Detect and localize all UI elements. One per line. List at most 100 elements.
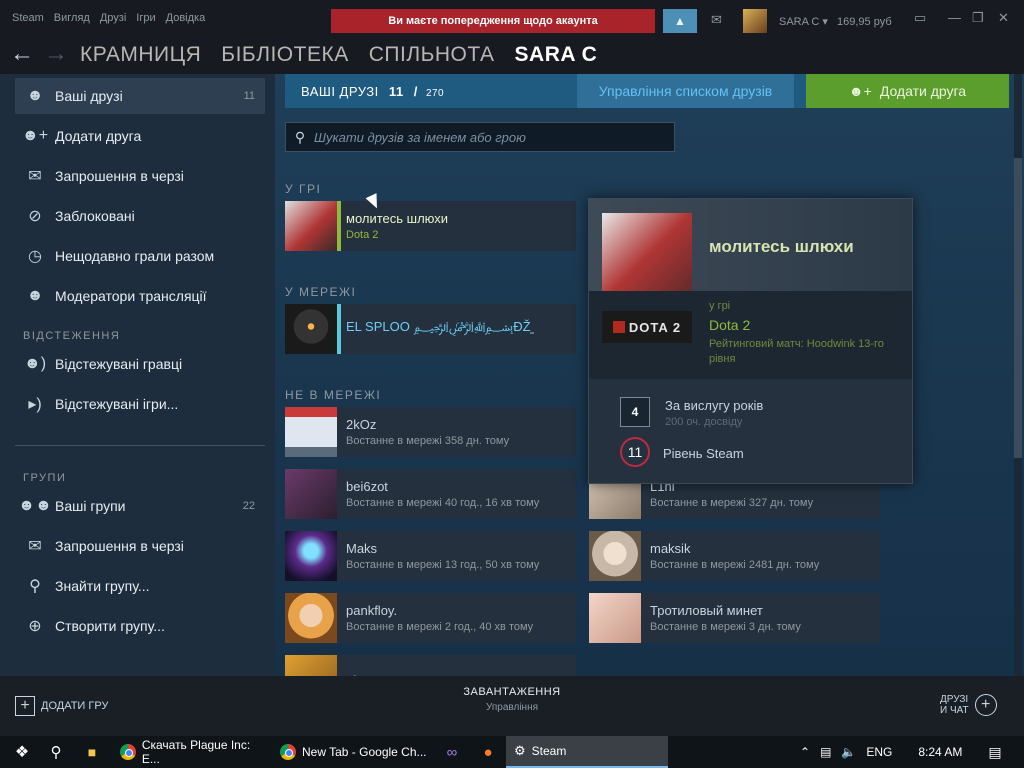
notifications-icon[interactable]: ▤ — [988, 744, 1001, 761]
friend-avatar — [285, 407, 337, 457]
back-arrow-icon[interactable]: ← — [10, 40, 34, 68]
friend-row-ingame[interactable]: молитесь шлюхи Dota 2 — [285, 201, 576, 251]
plus-circle-icon: + — [974, 694, 997, 716]
friend-row-offline[interactable]: pankfloy. Востанне в мережі 2 год., 40 х… — [285, 593, 576, 643]
friend-avatar — [285, 469, 337, 519]
account-avatar[interactable] — [743, 9, 767, 33]
big-picture-icon[interactable]: ▭ — [914, 10, 926, 26]
friend-avatar — [285, 201, 341, 251]
restore-icon[interactable]: ❐ — [972, 10, 984, 26]
groups-header: ГРУПИ — [23, 472, 67, 484]
sidebar-item-your-friends[interactable]: ☻ Ваші друзі 11 — [15, 78, 265, 114]
person-icon: ☻ — [26, 287, 44, 304]
search-icon: ⚲ — [294, 128, 306, 145]
account-menu[interactable]: SARA C ▾ 169,95 руб — [779, 15, 892, 28]
chevron-down-icon: ▾ — [822, 16, 828, 28]
sidebar-item-tracked-games[interactable]: ▸) Відстежувані ігри... — [15, 386, 265, 422]
tab-library[interactable]: БІБЛІОТЕКА — [221, 43, 348, 67]
friend-search-input[interactable] — [314, 129, 664, 145]
sidebar-item-add-friend[interactable]: ☻+ Додати друга — [15, 118, 265, 154]
clock[interactable]: 8:24 AM — [918, 745, 962, 759]
sidebar-item-create-group[interactable]: ⊕ Створити групу... — [15, 608, 265, 644]
friends-title-label: ВАШІ ДРУЗІ — [301, 84, 379, 99]
scrollbar-thumb[interactable] — [1014, 158, 1022, 458]
visual-studio-icon[interactable]: ∞ — [440, 736, 464, 768]
notifications-envelope-icon[interactable]: ✉ — [711, 12, 722, 28]
sidebar-item-group-invites[interactable]: ✉ Запрошення в черзі — [15, 528, 265, 564]
downloads-button[interactable]: ЗАВАНТАЖЕННЯ Управління — [412, 686, 612, 713]
friend-name: EL SPLOO ﷽ĐŽ ̲̲̲̲̲ — [346, 319, 535, 334]
friend-avatar — [589, 593, 641, 643]
friend-row-offline[interactable]: Тротиловый минет Востанне в мережі 3 дн.… — [589, 593, 880, 643]
steam-level-label: Рівень Steam — [663, 446, 744, 461]
add-game-button[interactable]: + ДОДАТИ ГРУ — [15, 696, 108, 716]
friends-title-max: 270 — [425, 88, 445, 99]
friend-row-offline[interactable]: bei6zot Востанне в мережі 40 год., 16 хв… — [285, 469, 576, 519]
add-friend-button[interactable]: ☻+ Додати друга — [806, 74, 1009, 108]
sidebar-item-recently-played[interactable]: ◷ Нещодавно грали разом — [15, 238, 265, 274]
friends-count: 11 — [243, 90, 255, 102]
sidebar-item-broadcast-moderators[interactable]: ☻ Модератори трансляції — [15, 278, 265, 314]
friend-search-box: ⚲ — [285, 122, 675, 152]
sidebar-divider — [15, 445, 265, 446]
friends-title-count: 11 — [388, 84, 404, 99]
menu-view[interactable]: Вигляд — [54, 12, 90, 24]
sidebar-item-pending-invites[interactable]: ✉ Запрошення в черзі — [15, 158, 265, 194]
taskbar-app-label: Скачать Plague Inc: E... — [141, 738, 251, 766]
taskbar-app-chrome-newtab[interactable]: New Tab - Google Ch... — [272, 736, 430, 768]
windows-start-icon[interactable]: ❖ — [8, 736, 36, 768]
friend-status: Востанне в мережі 40 год., 16 хв тому — [346, 497, 540, 509]
close-icon[interactable]: ✕ — [998, 10, 1009, 26]
account-warning-banner[interactable]: Ви маєте попередження щодо акаунта — [331, 9, 655, 33]
taskbar-app-label: New Tab - Google Ch... — [302, 745, 427, 759]
search-icon[interactable]: ⚲ — [44, 736, 68, 768]
sidebar-item-blocked[interactable]: ⊘ Заблоковані — [15, 198, 265, 234]
network-icon[interactable]: ▤ — [820, 745, 831, 759]
sidebar-item-your-groups[interactable]: ☻☻ Ваші групи 22 — [15, 488, 265, 524]
manage-friends-list-button[interactable]: Управління списком друзів — [577, 74, 794, 108]
friend-status: Востанне в мережі 13 год., 50 хв тому — [346, 559, 540, 571]
search-icon: ⚲ — [29, 578, 41, 595]
friend-row-offline[interactable]: Maks Востанне в мережі 13 год., 50 хв то… — [285, 531, 576, 581]
minimize-icon[interactable]: — — [948, 10, 961, 25]
menu-friends[interactable]: Друзі — [100, 12, 126, 24]
tab-community[interactable]: СПІЛЬНОТА — [369, 43, 495, 67]
friend-name: pankfloy. — [346, 603, 398, 618]
steam-icon: ⚙ — [514, 743, 526, 758]
friend-row-offline[interactable]: 2kOz Востанне в мережі 358 дн. тому — [285, 407, 576, 457]
file-explorer-icon[interactable]: ■ — [80, 736, 104, 768]
taskbar-app-steam[interactable]: ⚙ Steam — [506, 736, 668, 768]
nav-tabs: КРАМНИЦЯ БІБЛІОТЕКА СПІЛЬНОТА SARA C — [80, 43, 597, 67]
tab-store[interactable]: КРАМНИЦЯ — [80, 43, 201, 67]
sidebar-item-label: Додати друга — [55, 128, 142, 144]
menu-steam[interactable]: Steam — [12, 12, 44, 24]
language-indicator[interactable]: ENG — [866, 745, 892, 759]
chrome-icon — [120, 744, 136, 760]
volume-icon[interactable]: 🔈 — [841, 745, 856, 759]
friend-row-offline[interactable]: oleg — [285, 655, 576, 676]
friend-status: Dota 2 — [346, 229, 379, 241]
chevron-up-icon[interactable]: ⌃ — [800, 745, 810, 759]
sidebar-item-find-group[interactable]: ⚲ Знайти групу... — [15, 568, 265, 604]
friends-chat-button[interactable]: ДРУЗІ И ЧАТ + — [940, 694, 997, 716]
friend-row-offline[interactable]: maksik Востанне в мережі 2481 дн. тому — [589, 531, 880, 581]
card-game-name: Dota 2 — [709, 317, 751, 333]
sidebar-item-label: Ваші групи — [55, 498, 126, 514]
taskbar-app-chrome-plague[interactable]: Скачать Plague Inc: E... — [112, 736, 270, 768]
menu-games[interactable]: Ігри — [136, 12, 155, 24]
friends-chat-label: ДРУЗІ И ЧАТ — [940, 694, 969, 716]
announcements-button[interactable]: ▲ — [663, 9, 697, 33]
sidebar-item-tracked-players[interactable]: ☻) Відстежувані гравці — [15, 346, 265, 382]
menu-help[interactable]: Довідка — [166, 12, 206, 24]
tab-profile[interactable]: SARA C — [515, 43, 598, 67]
friend-avatar — [285, 531, 337, 581]
sidebar-item-label: Нещодавно грали разом — [55, 248, 215, 264]
forward-arrow-icon[interactable]: → — [44, 40, 68, 68]
friend-row-online[interactable]: EL SPLOO ﷽ĐŽ ̲̲̲̲̲ — [285, 304, 576, 354]
badge-title: За вислугу років — [665, 398, 764, 413]
friend-avatar — [589, 531, 641, 581]
friends-header-bar: ВАШІ ДРУЗІ 11 / 270 Управління списком д… — [285, 74, 1009, 108]
firefox-icon[interactable]: ● — [476, 736, 500, 768]
blocked-icon: ⊘ — [28, 208, 42, 225]
system-tray: ⌃ ▤ 🔈 ENG 8:24 AM ▤ — [800, 736, 1002, 768]
